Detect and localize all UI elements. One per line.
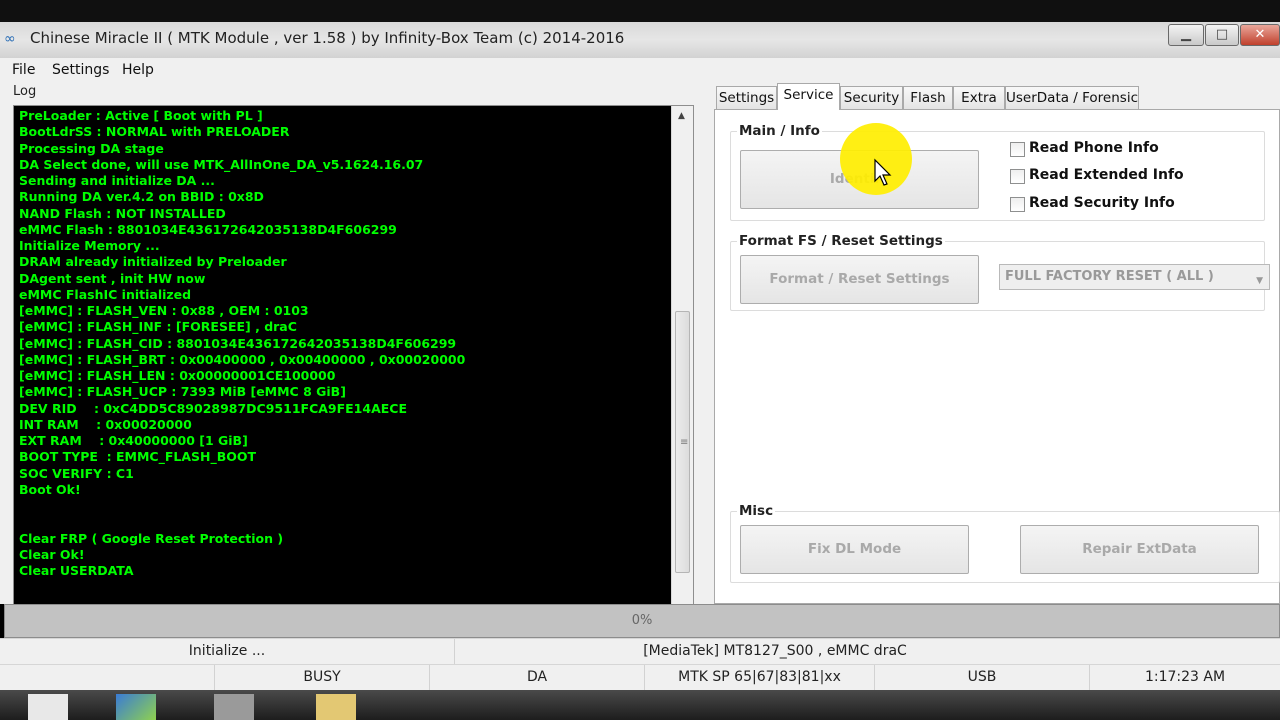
log-line: [eMMC] : FLASH_VEN : 0x88 , OEM : 0103 <box>19 303 309 318</box>
format-reset-button[interactable]: Format / Reset Settings <box>740 255 979 304</box>
log-label: Log <box>13 84 37 99</box>
repair-extdata-button[interactable]: Repair ExtData <box>1020 525 1259 574</box>
read-extended-info-label: Read Extended Info <box>1029 167 1184 183</box>
service-tab-panel: Main / Info Identify Read Phone Info Rea… <box>714 109 1280 604</box>
read-security-info-checkbox[interactable] <box>1010 197 1025 212</box>
read-phone-info-label: Read Phone Info <box>1029 140 1159 156</box>
read-extended-info-checkbox[interactable] <box>1010 169 1025 184</box>
log-line: Clear Ok! <box>19 546 85 562</box>
log-line: Running DA ver.4.2 on BBID : 0x8D <box>19 189 264 205</box>
log-line: DA Select done, will use MTK_AllInOne_DA… <box>19 156 424 172</box>
log-scrollbar[interactable]: ▲ ≡ ▼ <box>671 106 693 677</box>
log-line: Clear FRP ( Google Reset Protection ) <box>19 530 284 546</box>
misc-group-title: Misc <box>737 503 776 519</box>
grip-icon: ≡ <box>680 437 689 448</box>
main-info-title: Main / Info <box>737 123 822 139</box>
log-line: INT RAM : 0x00020000 <box>19 416 192 432</box>
close-button[interactable]: ✕ <box>1240 24 1280 46</box>
log-line: SOC VERIFY : C1 <box>19 465 134 481</box>
log-line: NAND Flash : NOT INSTALLED <box>19 205 226 221</box>
tab-settings[interactable]: Settings <box>716 86 777 109</box>
windows-logo-icon[interactable] <box>116 694 156 720</box>
title-bar[interactable]: ∞ Chinese Miracle II ( MTK Module , ver … <box>0 0 1280 58</box>
status-state: Initialize ... <box>0 639 455 664</box>
status-port: USB <box>875 665 1090 690</box>
log-line: [eMMC] : FLASH_BRT : 0x00400000 , 0x0040… <box>19 351 466 367</box>
progress-bar: 0% <box>4 604 1280 638</box>
status-time: 1:17:23 AM <box>1144 669 1226 685</box>
log-text: PreLoader : Active [ Boot with PL ] BootL… <box>19 108 669 673</box>
status-da: DA <box>430 665 645 690</box>
log-line: Boot Ok! <box>19 481 81 497</box>
scroll-thumb[interactable]: ≡ <box>675 311 690 573</box>
screen-top-edge <box>0 0 1280 22</box>
window-title: Chinese Miracle II ( MTK Module , ver 1.… <box>30 29 625 47</box>
menu-settings[interactable]: Settings <box>52 62 109 78</box>
log-line: DEV RID : 0xC4DD5C89028987DC9511FCA9FE14… <box>19 400 408 416</box>
tab-flash[interactable]: Flash <box>903 86 953 109</box>
status-empty <box>0 665 215 690</box>
format-group-title: Format FS / Reset Settings <box>737 233 945 249</box>
log-line: PreLoader : Active [ Boot with PL ] <box>19 108 263 123</box>
log-line: [eMMC] : FLASH_CID : 8801034E43617264203… <box>19 335 457 351</box>
status-sp: MTK SP 65|67|83|81|xx <box>645 665 875 690</box>
tab-extra[interactable]: Extra <box>953 86 1005 109</box>
read-security-info-label: Read Security Info <box>1029 195 1175 211</box>
fix-dl-mode-button[interactable]: Fix DL Mode <box>740 525 969 574</box>
infinity-app-icon: ∞ <box>4 31 16 47</box>
log-line: [eMMC] : FLASH_LEN : 0x00000001CE100000 <box>19 368 336 383</box>
progress-label: 0% <box>631 613 653 628</box>
log-line: [eMMC] : FLASH_UCP : 7393 MiB [eMMC 8 Gi… <box>19 384 346 400</box>
status-bar-bottom: BUSY DA MTK SP 65|67|83|81|xx USB 1:17:2… <box>0 664 1280 690</box>
folder-icon[interactable] <box>316 694 356 720</box>
tab-service[interactable]: Service <box>777 83 840 110</box>
log-line: DRAM already initialized by Preloader <box>19 254 287 270</box>
read-phone-info-checkbox[interactable] <box>1010 142 1025 157</box>
maximize-button[interactable]: □ <box>1205 24 1239 46</box>
minimize-button[interactable]: ▁ <box>1168 24 1204 46</box>
log-line: DAgent sent , init HW now <box>19 270 206 286</box>
log-line: Clear USERDATA <box>19 563 134 578</box>
log-line: Initialize Memory ... <box>19 238 160 253</box>
mouse-pointer-icon <box>874 158 892 186</box>
tab-userdata-forensic[interactable]: UserData / Forensic <box>1005 86 1139 109</box>
reset-mode-value: FULL FACTORY RESET ( ALL ) <box>1005 269 1214 284</box>
log-line: Sending and initialize DA ... <box>19 173 215 188</box>
taskbar-item[interactable] <box>214 694 254 720</box>
log-line: BOOT TYPE : EMMC_FLASH_BOOT <box>19 449 257 465</box>
chevron-down-icon: ▼ <box>1256 276 1263 286</box>
taskbar <box>0 690 1280 720</box>
menu-help[interactable]: Help <box>122 62 154 78</box>
log-line: Processing DA stage <box>19 140 164 156</box>
log-line: EXT RAM : 0x40000000 [1 GiB] <box>19 433 248 448</box>
log-line: BootLdrSS : NORMAL with PRELOADER <box>19 124 290 140</box>
taskbar-item[interactable] <box>28 694 68 720</box>
log-line: [eMMC] : FLASH_INF : [FORESEE] , draC <box>19 319 297 335</box>
reset-mode-select[interactable]: FULL FACTORY RESET ( ALL ) ▼ <box>999 264 1270 290</box>
scroll-up-icon[interactable]: ▲ <box>678 111 685 121</box>
status-bar-top: Initialize ... [MediaTek] MT8127_S00 , e… <box>0 638 1280 664</box>
tab-security[interactable]: Security <box>840 86 903 109</box>
status-busy: BUSY <box>215 665 430 690</box>
log-panel[interactable]: PreLoader : Active [ Boot with PL ] BootL… <box>13 105 694 678</box>
cursor-highlight <box>840 123 912 195</box>
menu-bar: File Settings Help <box>0 58 1280 84</box>
log-line: eMMC Flash : 8801034E436172642035138D4F6… <box>19 221 397 237</box>
status-device: [MediaTek] MT8127_S00 , eMMC draC <box>643 643 907 659</box>
menu-file[interactable]: File <box>12 62 35 78</box>
main-area: Log PreLoader : Active [ Boot with PL ] B… <box>0 83 1280 678</box>
log-line: eMMC FlashIC initialized <box>19 286 192 302</box>
app-window: ∞ Chinese Miracle II ( MTK Module , ver … <box>0 0 1280 720</box>
